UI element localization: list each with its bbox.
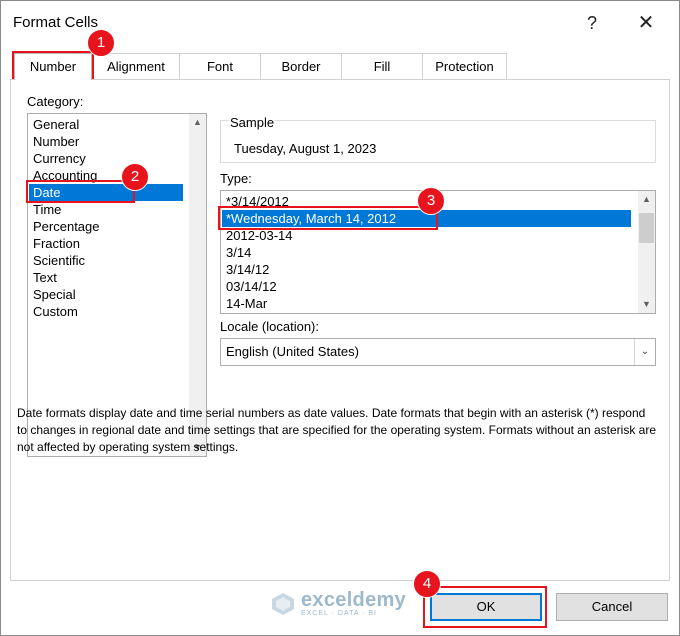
scroll-up-icon[interactable]: ▲: [189, 114, 206, 131]
annotation-highlight-date: [26, 180, 135, 203]
type-item[interactable]: 3/14/12: [222, 261, 631, 278]
category-item-general[interactable]: General: [29, 116, 188, 133]
tab-fill[interactable]: Fill: [341, 53, 423, 79]
category-item-custom[interactable]: Custom: [29, 303, 188, 320]
watermark-name: exceldemy: [301, 589, 406, 611]
tab-alignment[interactable]: Alignment: [92, 53, 180, 79]
category-item-time[interactable]: Time: [29, 201, 188, 218]
dialog-title: Format Cells: [13, 14, 99, 31]
annotation-highlight-type: [218, 206, 438, 230]
format-description: Date formats display date and time seria…: [17, 406, 657, 454]
cancel-button[interactable]: Cancel: [556, 593, 668, 621]
sample-value: Tuesday, August 1, 2023: [234, 141, 377, 156]
locale-value: English (United States): [226, 344, 359, 359]
annotation-badge-3: 3: [417, 187, 445, 215]
help-button[interactable]: ?: [577, 10, 607, 36]
locale-dropdown[interactable]: English (United States) ⌄: [220, 338, 656, 366]
type-label: Type:: [220, 171, 252, 186]
format-cells-dialog: Format Cells ? ✕ Number Alignment Font B…: [0, 0, 680, 636]
category-item-special[interactable]: Special: [29, 286, 188, 303]
category-item-text[interactable]: Text: [29, 269, 188, 286]
locale-label: Locale (location):: [220, 319, 319, 334]
category-item-number[interactable]: Number: [29, 133, 188, 150]
annotation-badge-2: 2: [121, 163, 149, 191]
close-button[interactable]: ✕: [631, 10, 661, 36]
type-scrollbar[interactable]: ▲ ▼: [638, 191, 655, 313]
category-item-currency[interactable]: Currency: [29, 150, 188, 167]
chevron-down-icon[interactable]: ⌄: [634, 339, 655, 365]
scroll-down-icon[interactable]: ▼: [638, 296, 655, 313]
annotation-badge-4: 4: [413, 570, 441, 598]
category-label: Category:: [27, 94, 84, 109]
category-item-percentage[interactable]: Percentage: [29, 218, 188, 235]
exceldemy-logo-icon: [272, 593, 294, 615]
scroll-up-icon[interactable]: ▲: [638, 191, 655, 208]
tab-border[interactable]: Border: [260, 53, 342, 79]
category-item-fraction[interactable]: Fraction: [29, 235, 188, 252]
type-item[interactable]: 14-Mar: [222, 295, 631, 312]
scroll-thumb[interactable]: [639, 213, 654, 243]
number-tab-panel: Category: General Number Currency Accoun…: [10, 79, 670, 581]
annotation-highlight-ok: [423, 586, 547, 628]
tab-font[interactable]: Font: [179, 53, 261, 79]
watermark-tagline: EXCEL · DATA · BI: [301, 610, 377, 617]
category-item-scientific[interactable]: Scientific: [29, 252, 188, 269]
type-item[interactable]: 03/14/12: [222, 278, 631, 295]
sample-label: Sample: [229, 115, 276, 130]
tab-protection[interactable]: Protection: [422, 53, 507, 79]
type-item[interactable]: 3/14: [222, 244, 631, 261]
tab-number[interactable]: Number: [14, 53, 92, 80]
